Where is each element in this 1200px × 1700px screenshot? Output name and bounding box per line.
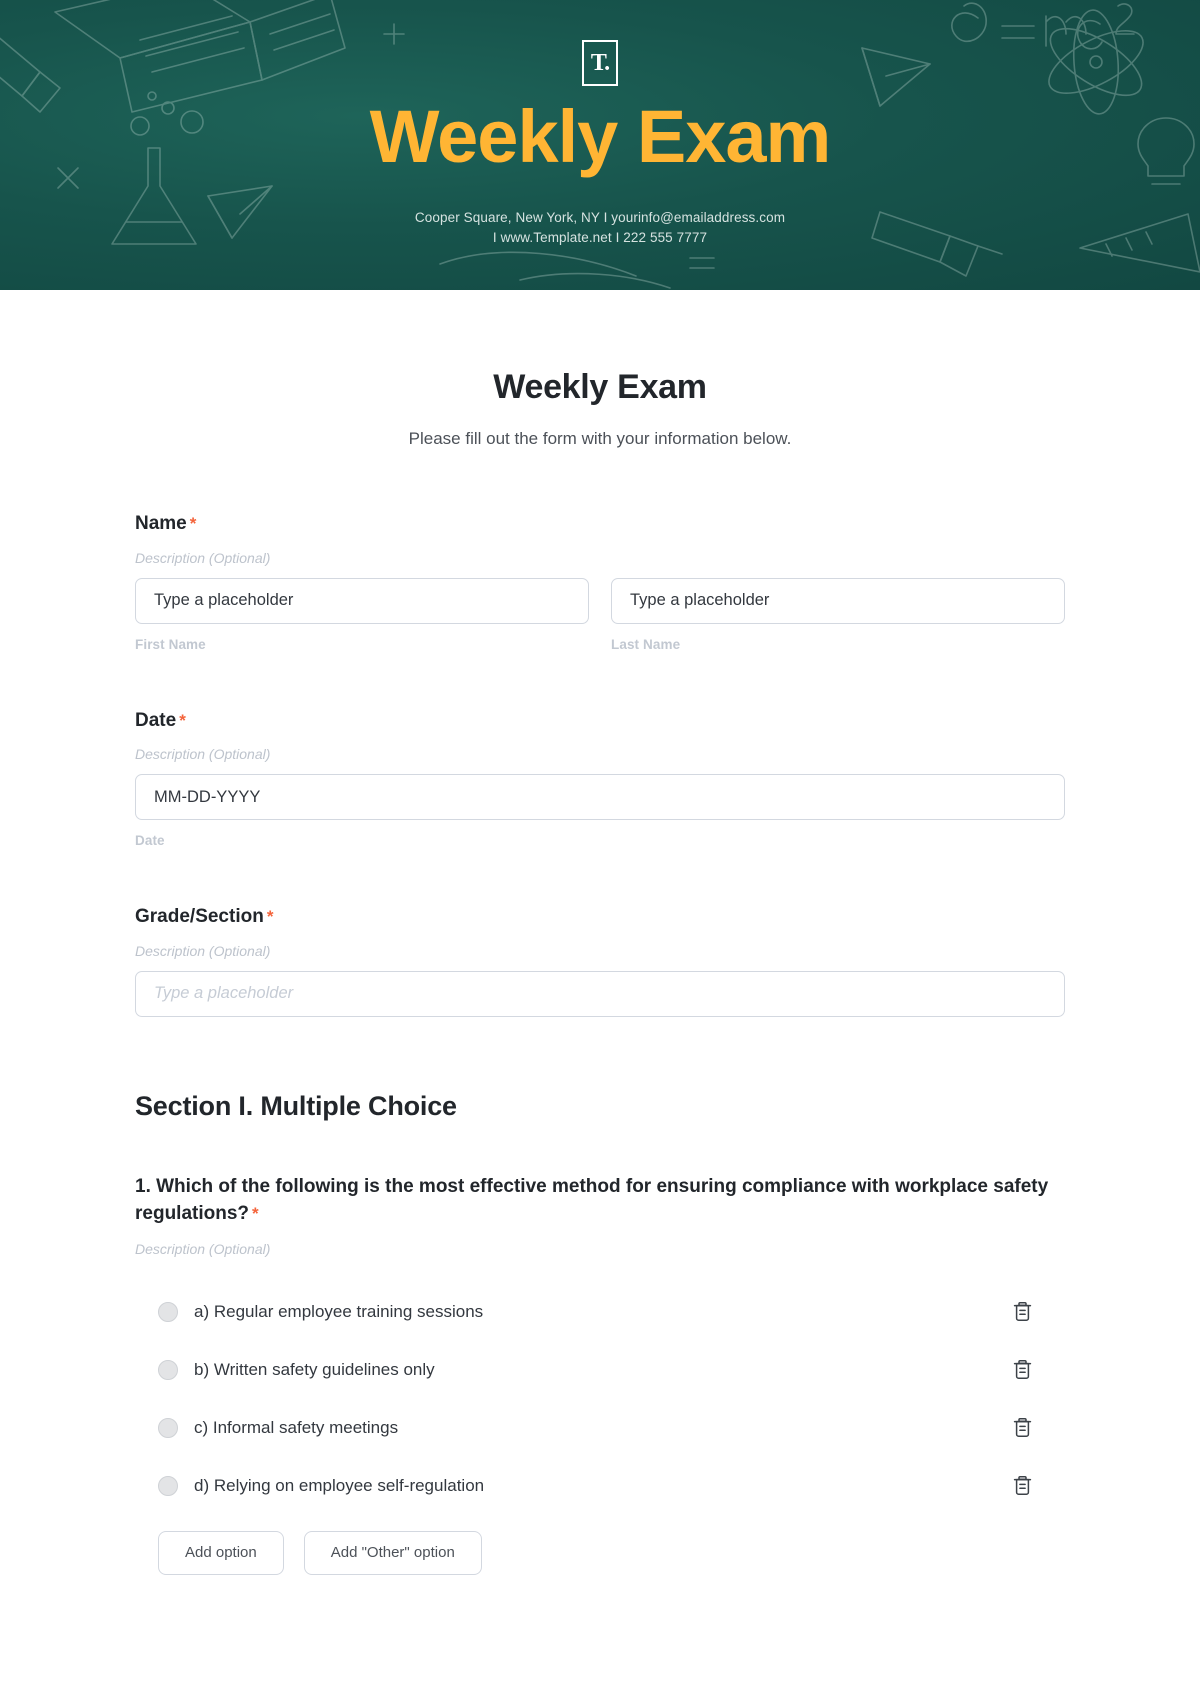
radio-button-b[interactable] [158,1359,178,1380]
add-other-option-button[interactable]: Add "Other" option [303,1530,482,1575]
field-grade-section: Grade/Section * Description (Optional) Ty… [135,904,1065,1017]
trash-icon[interactable] [1009,1415,1035,1441]
field-date-inputs: MM-DD-YYYY Date [135,774,1065,848]
option-row[interactable]: d) Relying on employee self-regulation [135,1457,1065,1515]
question-1: 1. Which of the following is the most ef… [135,1174,1065,1575]
date-input[interactable]: MM-DD-YYYY [135,774,1065,821]
trash-icon[interactable] [1009,1473,1035,1499]
option-row[interactable]: b) Written safety guidelines only [135,1341,1065,1399]
field-grade-section-label: Grade/Section * [135,904,1065,930]
first-name-sub-label: First Name [135,636,206,652]
field-name: Name * Description (Optional) Type a plac… [135,511,1065,652]
option-label-a: a) Regular employee training sessions [194,1301,484,1321]
question-1-text: 1. Which of the following is the most ef… [135,1174,1065,1228]
field-date-description: Description (Optional) [135,746,271,763]
field-date-col: MM-DD-YYYY Date [135,774,1065,848]
brand-logo-mark: T. [590,50,610,76]
required-asterisk: * [252,1203,259,1223]
banner-contact-line-2: I www.Template.net I 222 555 7777 [492,229,708,245]
grade-section-input[interactable]: Type a placeholder [135,970,1065,1017]
last-name-sub-label: Last Name [611,636,681,652]
trash-icon[interactable] [1009,1299,1035,1325]
option-label-b: b) Written safety guidelines only [194,1359,435,1379]
radio-button-a[interactable] [158,1301,178,1322]
banner-contact-info: Cooper Square, New York, NY I yourinfo@e… [415,208,785,247]
page-title: Weekly Exam [493,368,707,406]
brand-logo-icon: T. [582,40,618,86]
page-subtitle: Please fill out the form with your infor… [408,429,792,448]
radio-button-c[interactable] [158,1417,178,1438]
field-grade-section-inputs: Type a placeholder [135,970,1065,1017]
field-last-name-col: Type a placeholder Last Name [611,577,1065,652]
last-name-input[interactable]: Type a placeholder [611,577,1065,624]
option-label-c: c) Informal safety meetings [194,1417,399,1437]
banner-title: Weekly Exam [369,95,832,178]
add-option-button[interactable]: Add option [158,1530,284,1575]
field-grade-section-description: Description (Optional) [135,942,271,959]
question-1-options: a) Regular employee training sessions b)… [135,1283,1065,1515]
banner-contact-line-1: Cooper Square, New York, NY I yourinfo@e… [414,210,786,225]
field-first-name-col: Type a placeholder First Name [135,577,589,652]
header-banner: T. Weekly Exam Cooper Square, New York, … [0,0,1200,290]
add-option-row: Add option Add "Other" option [135,1530,1065,1575]
trash-icon[interactable] [1009,1357,1035,1383]
field-date: Date * Description (Optional) MM-DD-YYYY … [135,708,1065,848]
option-label-d: d) Relying on employee self-regulation [194,1475,485,1495]
required-asterisk: * [179,710,186,730]
field-date-label-text: Date [135,709,177,731]
section-heading: Section I. Multiple Choice [135,1090,457,1121]
required-asterisk: * [266,907,274,927]
option-row[interactable]: a) Regular employee training sessions [135,1283,1065,1341]
option-row[interactable]: c) Informal safety meetings [135,1399,1065,1457]
field-grade-section-label-text: Grade/Section [135,906,264,928]
field-date-label: Date * [135,708,1065,734]
form-body: Weekly Exam Please fill out the form wit… [0,368,1200,1575]
radio-button-d[interactable] [158,1475,178,1496]
page-root: T. Weekly Exam Cooper Square, New York, … [0,0,1200,1700]
field-name-label: Name * [135,511,1065,537]
field-name-description: Description (Optional) [135,549,271,566]
field-grade-section-col: Type a placeholder [135,970,1065,1017]
field-name-inputs: Type a placeholder First Name Type a pla… [135,577,1065,652]
first-name-input[interactable]: Type a placeholder [135,577,589,624]
field-name-label-text: Name [135,513,187,534]
required-asterisk: * [189,514,197,533]
question-1-description: Description (Optional) [135,1240,271,1257]
question-1-label: 1. Which of the following is the most ef… [135,1175,1049,1224]
date-sub-label: Date [135,833,165,849]
